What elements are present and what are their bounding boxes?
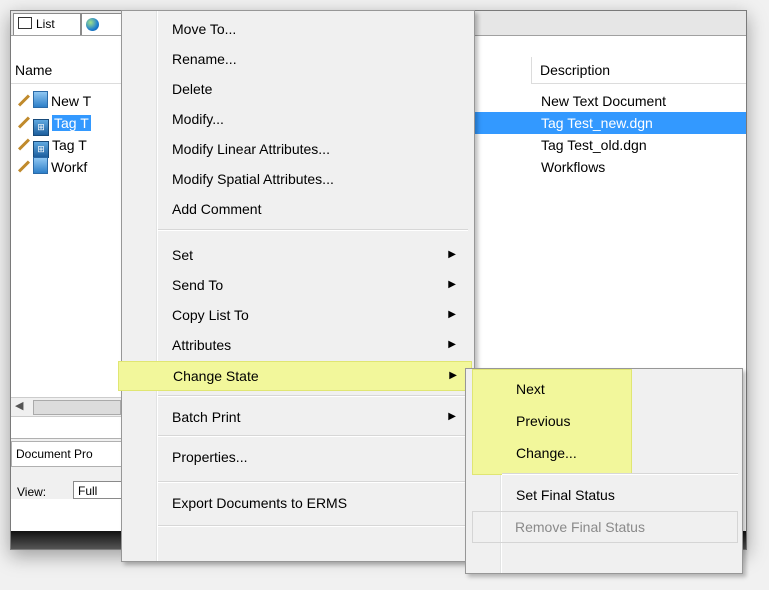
submenu-separator	[502, 473, 738, 475]
menu-item-modify-spatial-attributes[interactable]: Modify Spatial Attributes...	[124, 165, 470, 193]
tab-list[interactable]: List	[13, 13, 81, 35]
menu-item-label: Delete	[172, 81, 213, 97]
document-icon	[33, 91, 48, 108]
pencil-icon	[17, 138, 31, 151]
list-item-description[interactable]: Tag Test_old.dgn	[531, 134, 746, 156]
menu-item-label: Modify...	[172, 111, 224, 127]
submenu-arrow-icon: ▶	[448, 309, 456, 320]
document-properties-panel: Document Pro View: Full	[11, 438, 126, 499]
submenu-arrow-icon: ▶	[449, 370, 457, 381]
menu-separator	[158, 395, 468, 397]
view-label: View:	[17, 485, 47, 499]
submenu-item-previous[interactable]: Previous	[468, 405, 740, 437]
view-select[interactable]: Full	[73, 481, 123, 499]
list-item-description[interactable]: Workflows	[531, 156, 746, 178]
submenu-item-label: Previous	[516, 413, 571, 429]
list-item-description-selected[interactable]: Tag Test_new.dgn	[473, 112, 746, 134]
tab-globe[interactable]	[81, 13, 123, 35]
menu-item-rename[interactable]: Rename...	[124, 45, 470, 73]
submenu-item-label: Set Final Status	[516, 487, 615, 503]
submenu-item-label: Next	[516, 381, 545, 397]
pencil-icon	[17, 160, 31, 173]
list-item[interactable]: ⊞ Tag T	[17, 134, 122, 158]
submenu-arrow-icon: ▶	[448, 249, 456, 260]
menu-item-modify[interactable]: Modify...	[124, 105, 470, 133]
list-item[interactable]: ⊞ Tag T	[17, 112, 122, 136]
menu-item-attributes[interactable]: Attributes ▶	[124, 331, 470, 359]
menu-item-change-state[interactable]: Change State ▶	[118, 361, 472, 391]
pencil-icon	[17, 94, 31, 107]
column-header-description[interactable]: Description	[531, 57, 746, 84]
menu-item-delete[interactable]: Delete	[124, 75, 470, 103]
submenu-arrow-icon: ▶	[448, 339, 456, 350]
menu-item-label: Properties...	[172, 449, 248, 465]
menu-item-export-documents-to-erms[interactable]: Export Documents to ERMS	[124, 489, 470, 517]
menu-item-label: Modify Linear Attributes...	[172, 141, 330, 157]
context-menu: Move To... Rename... Delete Modify... Modify…	[118, 10, 475, 562]
globe-icon	[86, 18, 99, 31]
column-header-name[interactable]: Name	[11, 57, 121, 84]
menu-item-copy-list-to[interactable]: Copy List To ▶	[124, 301, 470, 329]
menu-item-modify-linear-attributes[interactable]: Modify Linear Attributes...	[124, 135, 470, 163]
menu-separator	[158, 481, 468, 483]
menu-item-label: Modify Spatial Attributes...	[172, 171, 334, 187]
menu-item-add-comment[interactable]: Add Comment	[124, 195, 470, 223]
scrollbar-thumb[interactable]	[33, 400, 121, 415]
list-item-name: Tag T	[52, 115, 91, 131]
column-header-name-label: Name	[15, 62, 53, 78]
list-item[interactable]: Workf	[17, 156, 122, 178]
menu-item-label: Set	[172, 247, 194, 263]
document-icon	[33, 157, 48, 174]
scroll-left-arrow-icon[interactable]: ◀	[15, 399, 23, 412]
menu-separator	[158, 435, 468, 437]
list-item[interactable]: New T	[17, 90, 122, 112]
list-item-name: New T	[51, 93, 92, 109]
menu-item-label: Export Documents to ERMS	[172, 495, 348, 511]
change-state-submenu: Next Previous Change... Set Final Status Rem…	[465, 368, 743, 574]
list-icon	[18, 17, 32, 29]
submenu-item-change[interactable]: Change...	[468, 437, 740, 469]
menu-item-set[interactable]: Set ▶	[124, 241, 470, 269]
submenu-item-next[interactable]: Next	[468, 373, 740, 405]
menu-item-label: Batch Print	[172, 409, 241, 425]
menu-item-label: Rename...	[172, 51, 237, 67]
menu-separator	[158, 229, 468, 231]
menu-item-label: Copy List To	[172, 307, 249, 323]
horizontal-scrollbar[interactable]: ◀	[11, 397, 121, 417]
list-item-name: Workf	[51, 159, 88, 175]
submenu-item-label: Remove Final Status	[515, 519, 645, 535]
tab-document-properties-label: Document Pro	[16, 447, 93, 461]
menu-item-move-to[interactable]: Move To...	[124, 15, 470, 43]
submenu-arrow-icon: ▶	[448, 411, 456, 422]
submenu-arrow-icon: ▶	[448, 279, 456, 290]
menu-item-batch-print[interactable]: Batch Print ▶	[124, 403, 470, 431]
submenu-item-label: Change...	[516, 445, 577, 461]
menu-item-properties[interactable]: Properties...	[124, 443, 470, 471]
tab-list-label: List	[36, 17, 55, 31]
list-item-description[interactable]: New Text Document	[531, 90, 746, 112]
menu-separator	[158, 525, 468, 527]
list-item-name: Tag T	[52, 137, 87, 153]
menu-item-send-to[interactable]: Send To ▶	[124, 271, 470, 299]
submenu-item-set-final-status[interactable]: Set Final Status	[468, 479, 740, 511]
menu-item-label: Change State	[173, 368, 259, 384]
pencil-icon	[17, 116, 31, 129]
tab-document-properties[interactable]: Document Pro	[11, 441, 125, 467]
menu-item-label: Move To...	[172, 21, 237, 37]
column-header-description-label: Description	[540, 62, 611, 78]
menu-item-label: Send To	[172, 277, 224, 293]
menu-item-label: Add Comment	[172, 201, 262, 217]
menu-item-label: Attributes	[172, 337, 232, 353]
submenu-item-remove-final-status: Remove Final Status	[472, 511, 738, 543]
